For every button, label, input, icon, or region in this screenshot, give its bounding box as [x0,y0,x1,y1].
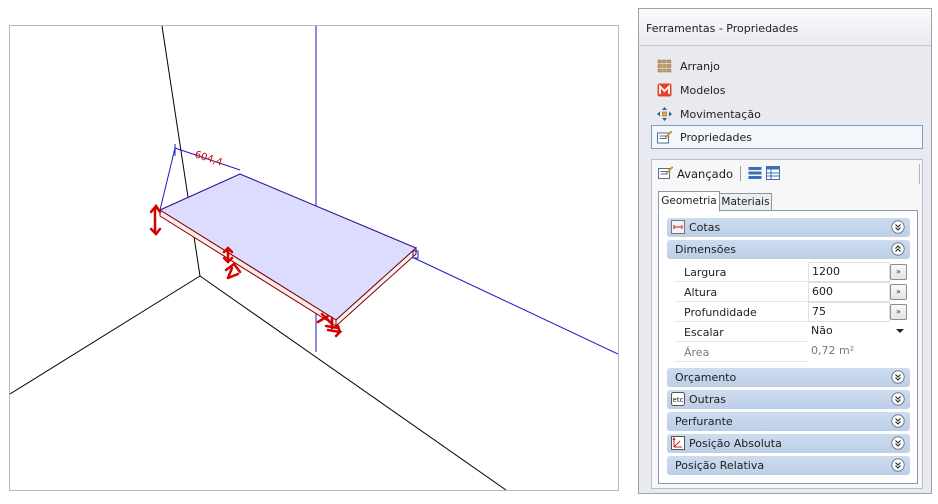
field-escalar: Escalar Não [667,322,910,342]
group-label: Dimensões [675,243,736,256]
cotas-icon [671,220,685,234]
arranjo-grid-icon [657,59,672,73]
property-grid-icon[interactable] [766,166,780,180]
absolute-position-icon [671,436,685,450]
group-posicao-relativa[interactable]: Posição Relativa [667,456,910,475]
panel-title: Ferramentas - Propriedades [646,22,799,35]
expand-chevron-icon[interactable] [891,458,905,472]
group-label: Posição Relativa [675,459,765,472]
field-name: Altura [675,282,807,302]
profundidade-input[interactable]: 75 [808,302,890,322]
advanced-label: Avançado [677,167,734,181]
tab-materiais[interactable]: Materiais [719,193,772,211]
group-dimensoes[interactable]: Dimensões [667,240,910,259]
modelos-m-icon [657,83,672,97]
nav-item-modelos[interactable]: Modelos [651,78,923,102]
panel-top-face[interactable] [158,173,417,321]
expand-chevron-icon[interactable] [891,414,905,428]
toolbar-separator [740,166,741,181]
largura-input[interactable]: 1200 [808,262,890,282]
move-arrows-icon [657,107,672,121]
panel-title-bar: Ferramentas - Propriedades [639,9,931,46]
nav-item-arranjo[interactable]: Arranjo [651,54,923,78]
field-area: Área 0,72 m² [667,342,910,362]
group-label: Posição Absoluta [689,437,782,450]
group-label: Outras [689,393,726,406]
field-label: Altura [684,286,718,299]
room-corner-line [161,26,201,277]
dimension-label: 604,4 [193,149,224,168]
expand-chevron-icon[interactable] [891,220,905,234]
expand-chevron-icon[interactable] [891,436,905,450]
tab-geometria[interactable]: Geometria [658,191,720,212]
group-label: Perfurante [675,415,733,428]
3d-viewport[interactable]: 604,4 [9,25,619,491]
resize-handle-left[interactable] [149,203,162,236]
tools-properties-panel: Ferramentas - Propriedades Arranjo Model… [638,8,932,494]
field-name: Largura [675,262,807,282]
largura-expand-button[interactable]: » [890,264,907,280]
group-perfurante[interactable]: Perfurante [667,412,910,431]
depth-guide-line [413,257,618,355]
field-value: Não [811,324,833,337]
field-label: Profundidade [684,306,757,319]
field-name: Escalar [675,322,807,342]
field-altura: Altura 600 » [667,282,910,302]
floor-left-line [10,275,201,395]
field-value: 1200 [812,265,840,278]
nav-label: Modelos [680,84,726,97]
group-orcamento[interactable]: Orçamento [667,368,910,387]
nav-label: Arranjo [680,60,720,73]
group-label: Cotas [689,221,721,234]
dropdown-arrow-icon[interactable] [896,329,904,333]
area-value: 0,72 m² [808,342,909,360]
field-value: 0,72 m² [811,344,855,357]
toolbar-end-separator [919,164,920,184]
etc-icon-text: etc [673,396,684,404]
nav-item-movimentacao[interactable]: Movimentação [651,102,923,126]
nav-label: Propriedades [680,131,752,144]
profundidade-expand-button[interactable]: » [890,304,907,320]
group-cotas[interactable]: Cotas [667,218,910,237]
altura-expand-button[interactable]: » [890,284,907,300]
group-posicao-absoluta[interactable]: Posição Absoluta [667,434,910,453]
etc-icon: etc [671,392,685,406]
nav-label: Movimentação [680,108,761,121]
group-label: Orçamento [675,371,737,384]
properties-toolbar: Avançado [652,160,922,186]
field-name: Profundidade [675,302,807,322]
dimension-extension-line [159,147,176,211]
altura-input[interactable]: 600 [808,282,890,302]
field-label: Área [684,346,710,359]
expand-chevron-icon[interactable] [891,370,905,384]
field-largura: Largura 1200 » [667,262,910,282]
scene-drawing[interactable]: 604,4 [10,26,618,490]
field-label: Largura [684,266,727,279]
advanced-properties-icon [658,166,673,179]
properties-icon [657,130,672,144]
move-handle[interactable] [224,262,242,280]
escalar-select[interactable]: Não [808,322,909,340]
properties-content: Avançado Geometria Materiais Cotas Dimen… [651,159,923,489]
field-profundidade: Profundidade 75 » [667,302,910,322]
geometry-tab-body: Cotas Dimensões Largura 1200 » Altura 60… [658,210,918,484]
field-value: 75 [812,305,826,318]
field-name: Área [675,342,807,362]
categorized-view-icon[interactable] [748,166,762,180]
expand-chevron-icon[interactable] [891,392,905,406]
field-value: 600 [812,285,833,298]
group-outras[interactable]: etc Outras [667,390,910,409]
tab-label: Materiais [721,196,770,208]
collapse-chevron-icon[interactable] [891,242,905,256]
tab-label: Geometria [661,195,717,207]
field-label: Escalar [684,326,724,339]
nav-item-propriedades[interactable]: Propriedades [651,125,923,149]
